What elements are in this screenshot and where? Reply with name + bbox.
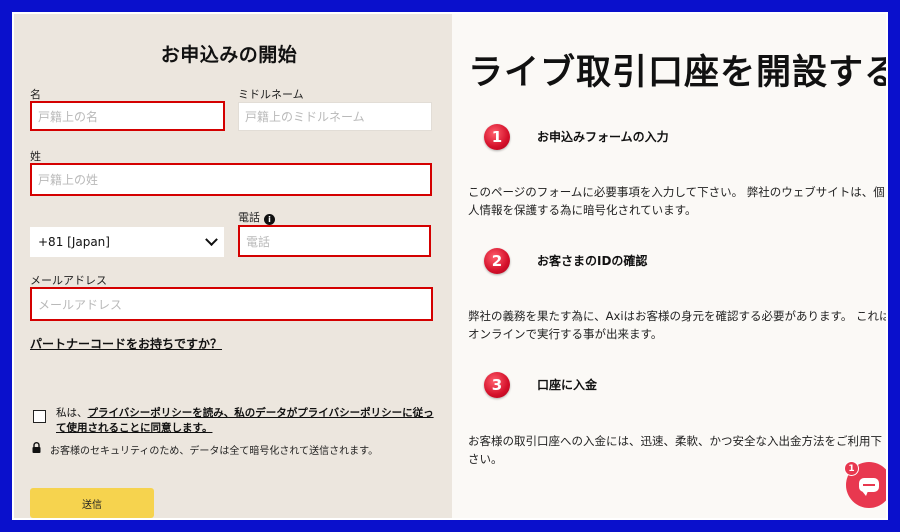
page-container: お申込みの開始 名 戸籍上の名 ミドルネーム 戸籍上のミドルネーム 姓 戸籍上の… [12, 12, 888, 520]
step-1-number-icon: 1 [484, 124, 510, 150]
signup-form-panel: お申込みの開始 名 戸籍上の名 ミドルネーム 戸籍上のミドルネーム 姓 戸籍上の… [14, 14, 452, 518]
country-code-value: +81 [Japan] [38, 235, 110, 249]
last-name-label: 姓 [30, 150, 41, 163]
consent-prefix: 私は、 [56, 407, 88, 419]
step-3-description: お客様の取引口座への入金には、迅速、柔軟、かつ安全な入出金方法をご利用下さい。 [468, 434, 882, 466]
security-note: お客様のセキュリティのため、データは全て暗号化されて送信されます。 [50, 446, 379, 457]
chat-unread-badge: 1 [844, 461, 859, 476]
middle-name-label: ミドルネーム [238, 88, 304, 101]
step-1-description: このページのフォームに必要事項を入力して下さい。 弊社のウェブサイトは、個人情報… [468, 185, 885, 217]
step-3-number-icon: 3 [484, 372, 510, 398]
step-2-title: お客さまのIDの確認 [537, 254, 648, 268]
phone-label-text: 電話 [238, 211, 260, 224]
step-3-title: 口座に入金 [537, 378, 598, 392]
email-label: メールアドレス [30, 274, 107, 287]
chat-bubble-icon [859, 478, 879, 496]
chevron-down-icon [205, 232, 218, 246]
email-input[interactable]: メールアドレス [30, 287, 433, 321]
email-placeholder: メールアドレス [38, 297, 123, 312]
info-icon[interactable]: i [264, 214, 275, 225]
consent-checkbox[interactable] [33, 410, 46, 423]
country-code-select[interactable]: +81 [Japan] [30, 227, 224, 257]
step-2-description: 弊社の義務を果たす為に、Axiはお客様の身元を確認する必要があります。 これはオ… [468, 309, 888, 341]
step-1-title: お申込みフォームの入力 [537, 130, 669, 144]
step-2-number-icon: 2 [484, 248, 510, 274]
form-title: お申込みの開始 [160, 44, 298, 66]
phone-placeholder: 電話 [246, 234, 271, 249]
partner-code-link[interactable]: パートナーコードをお持ちですか？ [30, 335, 222, 352]
middle-name-input[interactable]: 戸籍上のミドルネーム [238, 102, 432, 131]
phone-label: 電話 i [238, 209, 275, 225]
submit-button[interactable]: 送信 [30, 488, 154, 518]
lock-icon [32, 442, 41, 453]
first-name-placeholder: 戸籍上の名 [38, 109, 99, 124]
privacy-policy-link[interactable]: プライバシーポリシーを読み、私のデータがプライバシーポリシーに従って使用されるこ… [56, 407, 434, 434]
first-name-label: 名 [30, 88, 41, 101]
screenshot-frame: お申込みの開始 名 戸籍上の名 ミドルネーム 戸籍上のミドルネーム 姓 戸籍上の… [8, 8, 892, 524]
middle-name-placeholder: 戸籍上のミドルネーム [245, 110, 365, 124]
page-heading: ライブ取引口座を開設する [468, 53, 888, 93]
consent-text: 私は、プライバシーポリシーを読み、私のデータがプライバシーポリシーに従って使用さ… [56, 406, 436, 436]
last-name-placeholder: 戸籍上の姓 [38, 173, 99, 187]
last-name-input[interactable]: 戸籍上の姓 [30, 163, 432, 196]
phone-input[interactable]: 電話 [238, 225, 431, 257]
first-name-input[interactable]: 戸籍上の名 [30, 101, 225, 131]
